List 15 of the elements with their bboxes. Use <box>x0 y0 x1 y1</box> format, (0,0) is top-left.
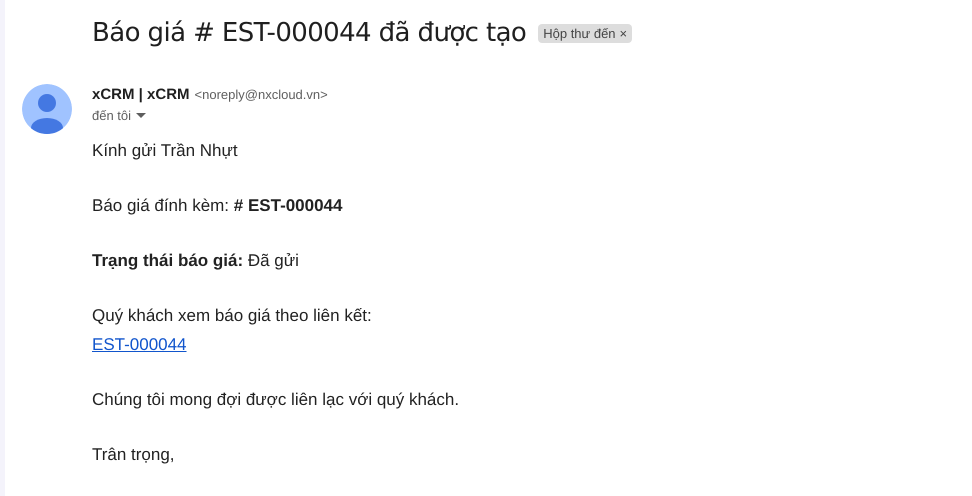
avatar-icon <box>22 84 72 134</box>
inbox-label[interactable]: Hộp thư đến × <box>538 24 632 42</box>
remove-label-button[interactable]: × <box>620 26 628 40</box>
body-paragraph: Trạng thái báo giá: Đã gửi <box>92 250 300 272</box>
body-paragraph: Quý khách xem báo giá theo liên kết: <box>92 306 372 325</box>
email-subject: Báo giá # EST-000044 đã được tạo <box>92 18 526 48</box>
sender-email: <noreply@nxcloud.vn> <box>194 87 328 102</box>
body-paragraph: Kính gửi Trần Nhựt <box>92 140 239 162</box>
body-paragraph: Trân trọng, <box>92 444 176 466</box>
sender-name: xCRM | xCRM <box>92 86 190 103</box>
body-paragraph: Báo giá đính kèm: # EST-000044 <box>92 195 344 217</box>
quote-link[interactable]: EST-000044 <box>92 335 187 354</box>
body-paragraph: Chúng tôi mong đợi được liên lạc với quý khách. <box>92 389 460 411</box>
caret-icon <box>136 113 146 118</box>
recipient-dropdown[interactable]: đến tôi <box>92 108 146 123</box>
